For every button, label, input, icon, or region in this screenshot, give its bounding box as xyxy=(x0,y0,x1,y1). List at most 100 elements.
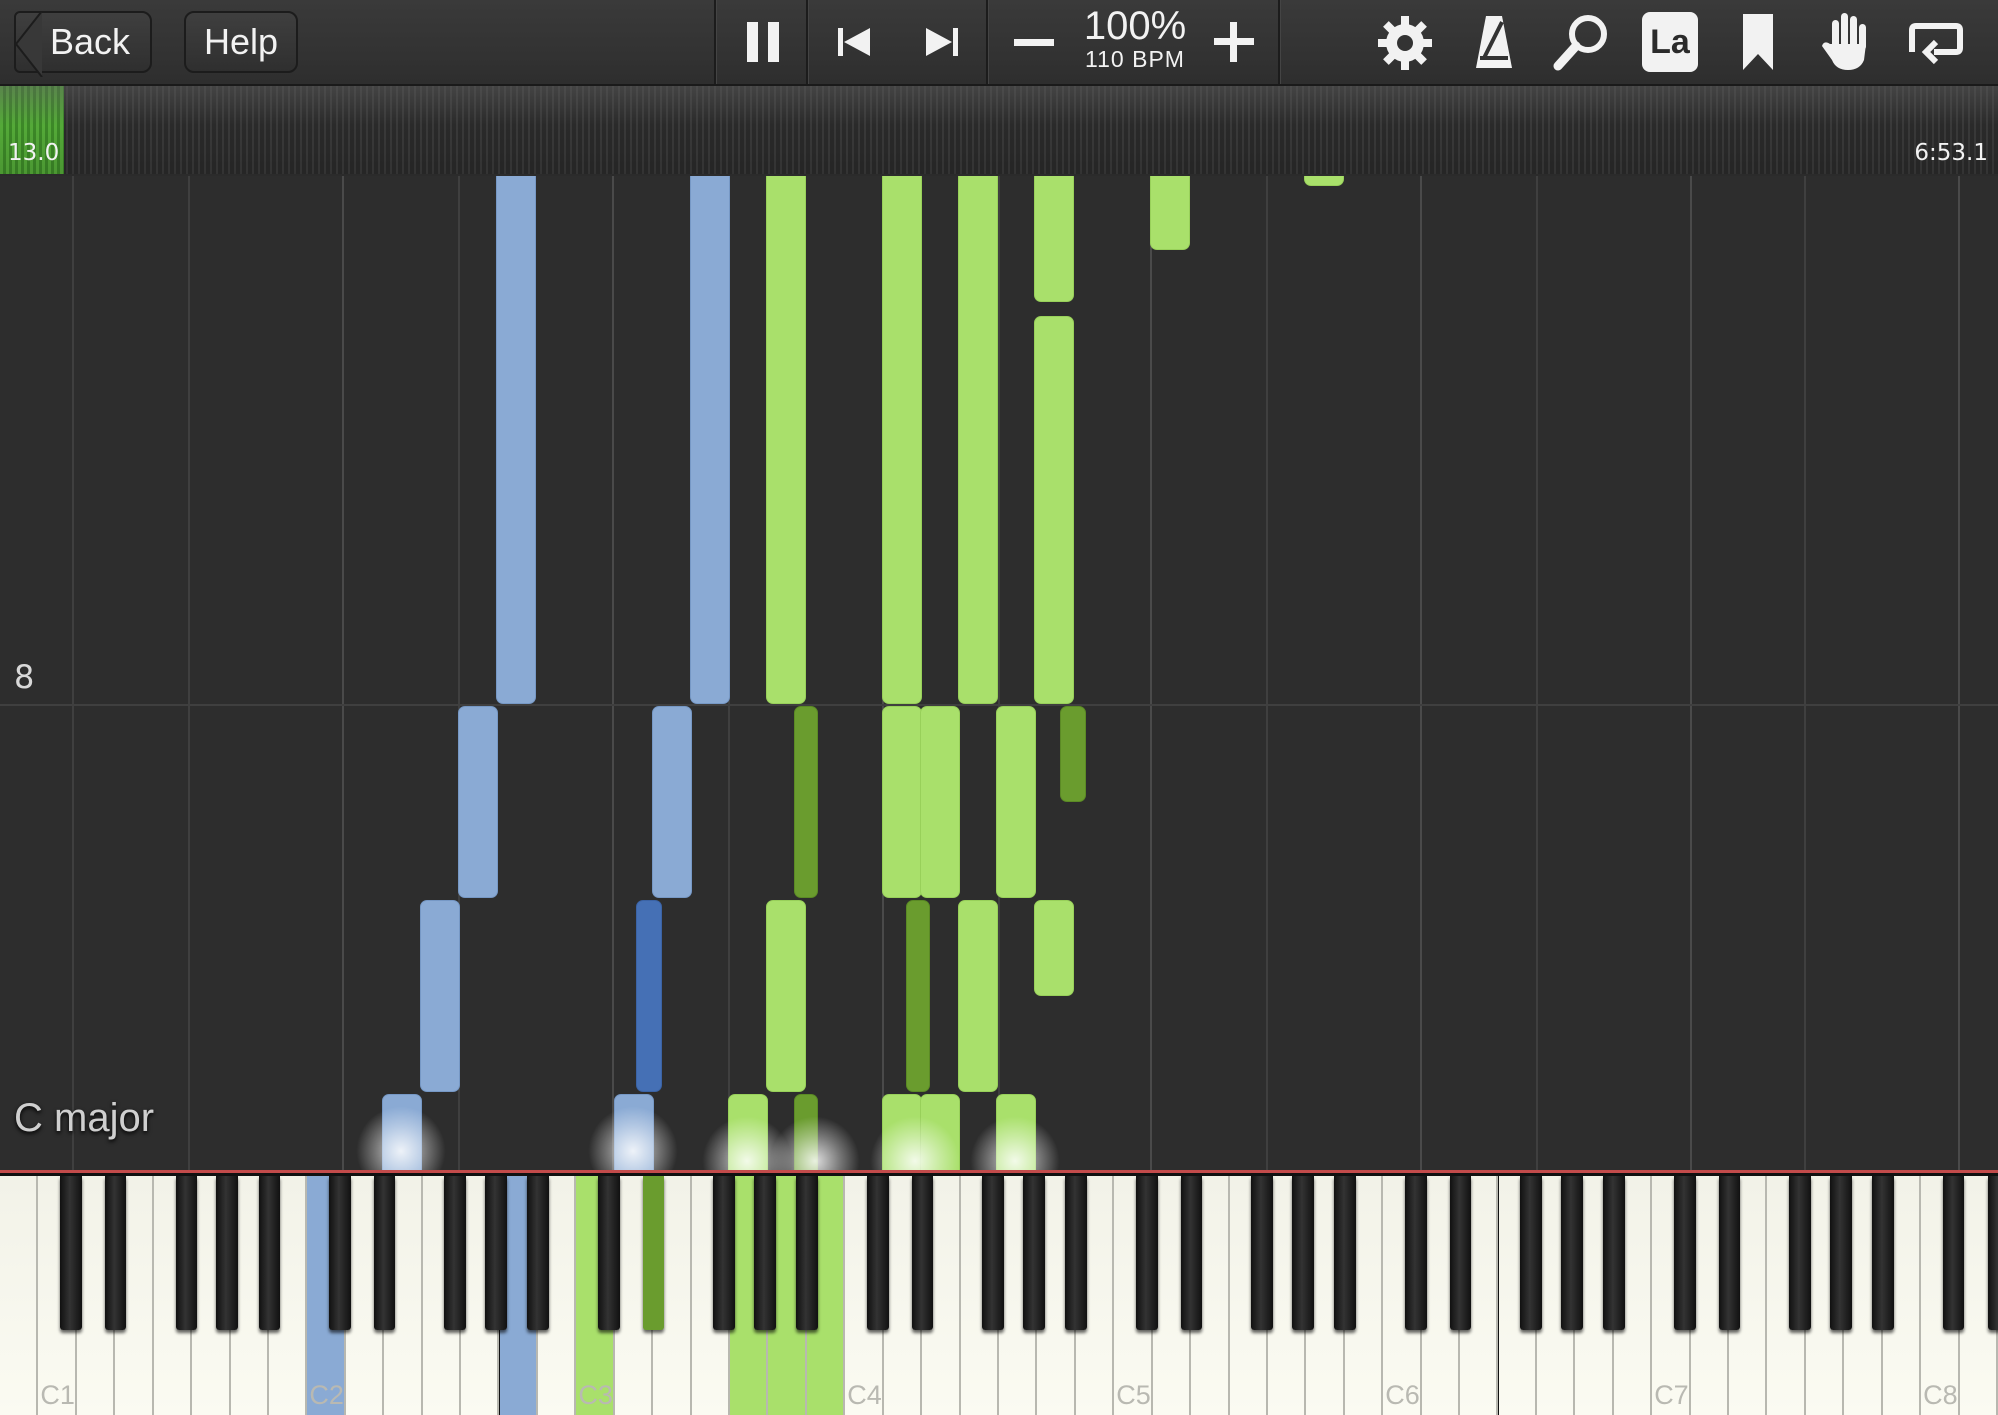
grid-line xyxy=(188,176,190,1176)
total-time: 6:53.1 xyxy=(1914,140,1988,166)
grid-line xyxy=(1420,176,1422,1176)
bookmark-icon[interactable] xyxy=(1740,12,1776,72)
note-block[interactable] xyxy=(420,900,460,1092)
black-key[interactable] xyxy=(713,1176,735,1330)
white-key[interactable] xyxy=(0,1176,39,1415)
note-block[interactable] xyxy=(652,706,692,898)
note-block[interactable] xyxy=(1304,176,1344,186)
plus-icon[interactable] xyxy=(1212,20,1256,64)
black-key[interactable] xyxy=(175,1176,198,1330)
black-key[interactable] xyxy=(329,1176,351,1330)
black-key[interactable] xyxy=(1251,1176,1273,1330)
note-block[interactable] xyxy=(458,706,498,898)
black-key[interactable] xyxy=(1674,1176,1696,1330)
octave-label: C8 xyxy=(1923,1380,1958,1410)
black-key[interactable] xyxy=(1405,1176,1427,1330)
black-key[interactable] xyxy=(1334,1176,1356,1330)
black-key[interactable] xyxy=(1449,1176,1472,1330)
grid-line xyxy=(1266,176,1268,1176)
note-block[interactable] xyxy=(1034,176,1074,302)
black-key[interactable] xyxy=(1292,1176,1314,1330)
zoom-magnifier-icon[interactable] xyxy=(1552,12,1612,72)
note-block[interactable] xyxy=(794,706,818,898)
black-key[interactable] xyxy=(1603,1176,1625,1330)
black-key[interactable] xyxy=(60,1176,82,1330)
note-block[interactable] xyxy=(766,900,806,1092)
help-button[interactable]: Help xyxy=(184,11,298,73)
octave-label: C4 xyxy=(847,1380,882,1410)
black-key[interactable] xyxy=(1023,1176,1045,1330)
note-block[interactable] xyxy=(958,900,998,1092)
note-block[interactable] xyxy=(766,176,806,704)
note-block[interactable] xyxy=(906,900,930,1092)
pause-icon[interactable] xyxy=(742,18,786,66)
black-key[interactable] xyxy=(1789,1176,1811,1330)
note-block[interactable] xyxy=(1150,176,1190,250)
grid-line xyxy=(1536,176,1538,1176)
back-button[interactable]: Back xyxy=(14,11,152,77)
note-block[interactable] xyxy=(882,706,922,898)
toolbar-separator xyxy=(986,0,989,84)
black-key[interactable] xyxy=(485,1176,507,1330)
note-block[interactable] xyxy=(1060,706,1086,802)
black-key[interactable] xyxy=(1561,1176,1583,1330)
octave-label: C3 xyxy=(578,1380,613,1410)
toolbar: Back Help 100% 110 BPM La xyxy=(0,0,1998,86)
toolbar-separator xyxy=(1278,0,1281,84)
back-label: Back xyxy=(49,21,131,62)
tempo-bpm: 110 BPM xyxy=(1085,46,1185,72)
black-key[interactable] xyxy=(1065,1176,1087,1330)
note-block[interactable] xyxy=(920,706,960,898)
black-key[interactable] xyxy=(1987,1176,1998,1330)
octave-label: C1 xyxy=(40,1380,75,1410)
grid-line xyxy=(72,176,74,1176)
note-hit-glow xyxy=(970,1116,1060,1176)
skip-forward-icon[interactable] xyxy=(922,22,962,62)
note-block[interactable] xyxy=(882,176,922,704)
loop-icon[interactable] xyxy=(1904,18,1964,66)
note-block[interactable] xyxy=(958,176,998,704)
settings-gear-icon[interactable] xyxy=(1376,14,1434,72)
black-key[interactable] xyxy=(1872,1176,1894,1330)
note-block[interactable] xyxy=(636,900,662,1092)
black-key[interactable] xyxy=(642,1176,665,1330)
black-key[interactable] xyxy=(373,1176,396,1330)
minus-icon[interactable] xyxy=(1012,22,1056,62)
toolbar-separator xyxy=(806,0,809,84)
black-key[interactable] xyxy=(754,1176,776,1330)
grid-line xyxy=(1690,176,1692,1176)
grid-line xyxy=(342,176,344,1176)
black-key[interactable] xyxy=(216,1176,238,1330)
note-block[interactable] xyxy=(690,176,730,704)
octave-label: C2 xyxy=(309,1380,344,1410)
black-key[interactable] xyxy=(1830,1176,1852,1330)
note-labels-icon[interactable]: La xyxy=(1642,12,1698,72)
grid-line xyxy=(1804,176,1806,1176)
piano-roll[interactable]: 8 C major xyxy=(0,176,1998,1176)
black-key[interactable] xyxy=(527,1176,549,1330)
note-block[interactable] xyxy=(996,706,1036,898)
black-key[interactable] xyxy=(867,1176,889,1330)
note-block[interactable] xyxy=(496,176,536,704)
black-key[interactable] xyxy=(104,1176,127,1330)
black-key[interactable] xyxy=(1136,1176,1158,1330)
octave-label: C5 xyxy=(1116,1380,1151,1410)
black-key[interactable] xyxy=(598,1176,620,1330)
piano-keyboard[interactable]: C1 C2 C3 C4 C5 C6 C7 C8 xyxy=(0,1170,1998,1415)
black-key[interactable] xyxy=(1718,1176,1741,1330)
help-label: Help xyxy=(203,21,279,62)
timeline-scrubber[interactable]: 13.0 6:53.1 xyxy=(0,86,1998,174)
black-key[interactable] xyxy=(911,1176,934,1330)
metronome-icon[interactable] xyxy=(1472,12,1516,72)
note-block[interactable] xyxy=(1034,900,1074,996)
black-key[interactable] xyxy=(444,1176,466,1330)
black-key[interactable] xyxy=(1942,1176,1965,1330)
black-key[interactable] xyxy=(1180,1176,1203,1330)
note-block[interactable] xyxy=(1034,316,1074,704)
black-key[interactable] xyxy=(982,1176,1004,1330)
black-key[interactable] xyxy=(796,1176,818,1330)
hand-icon[interactable] xyxy=(1820,10,1872,72)
black-key[interactable] xyxy=(258,1176,281,1330)
skip-back-icon[interactable] xyxy=(834,22,874,62)
black-key[interactable] xyxy=(1520,1176,1542,1330)
